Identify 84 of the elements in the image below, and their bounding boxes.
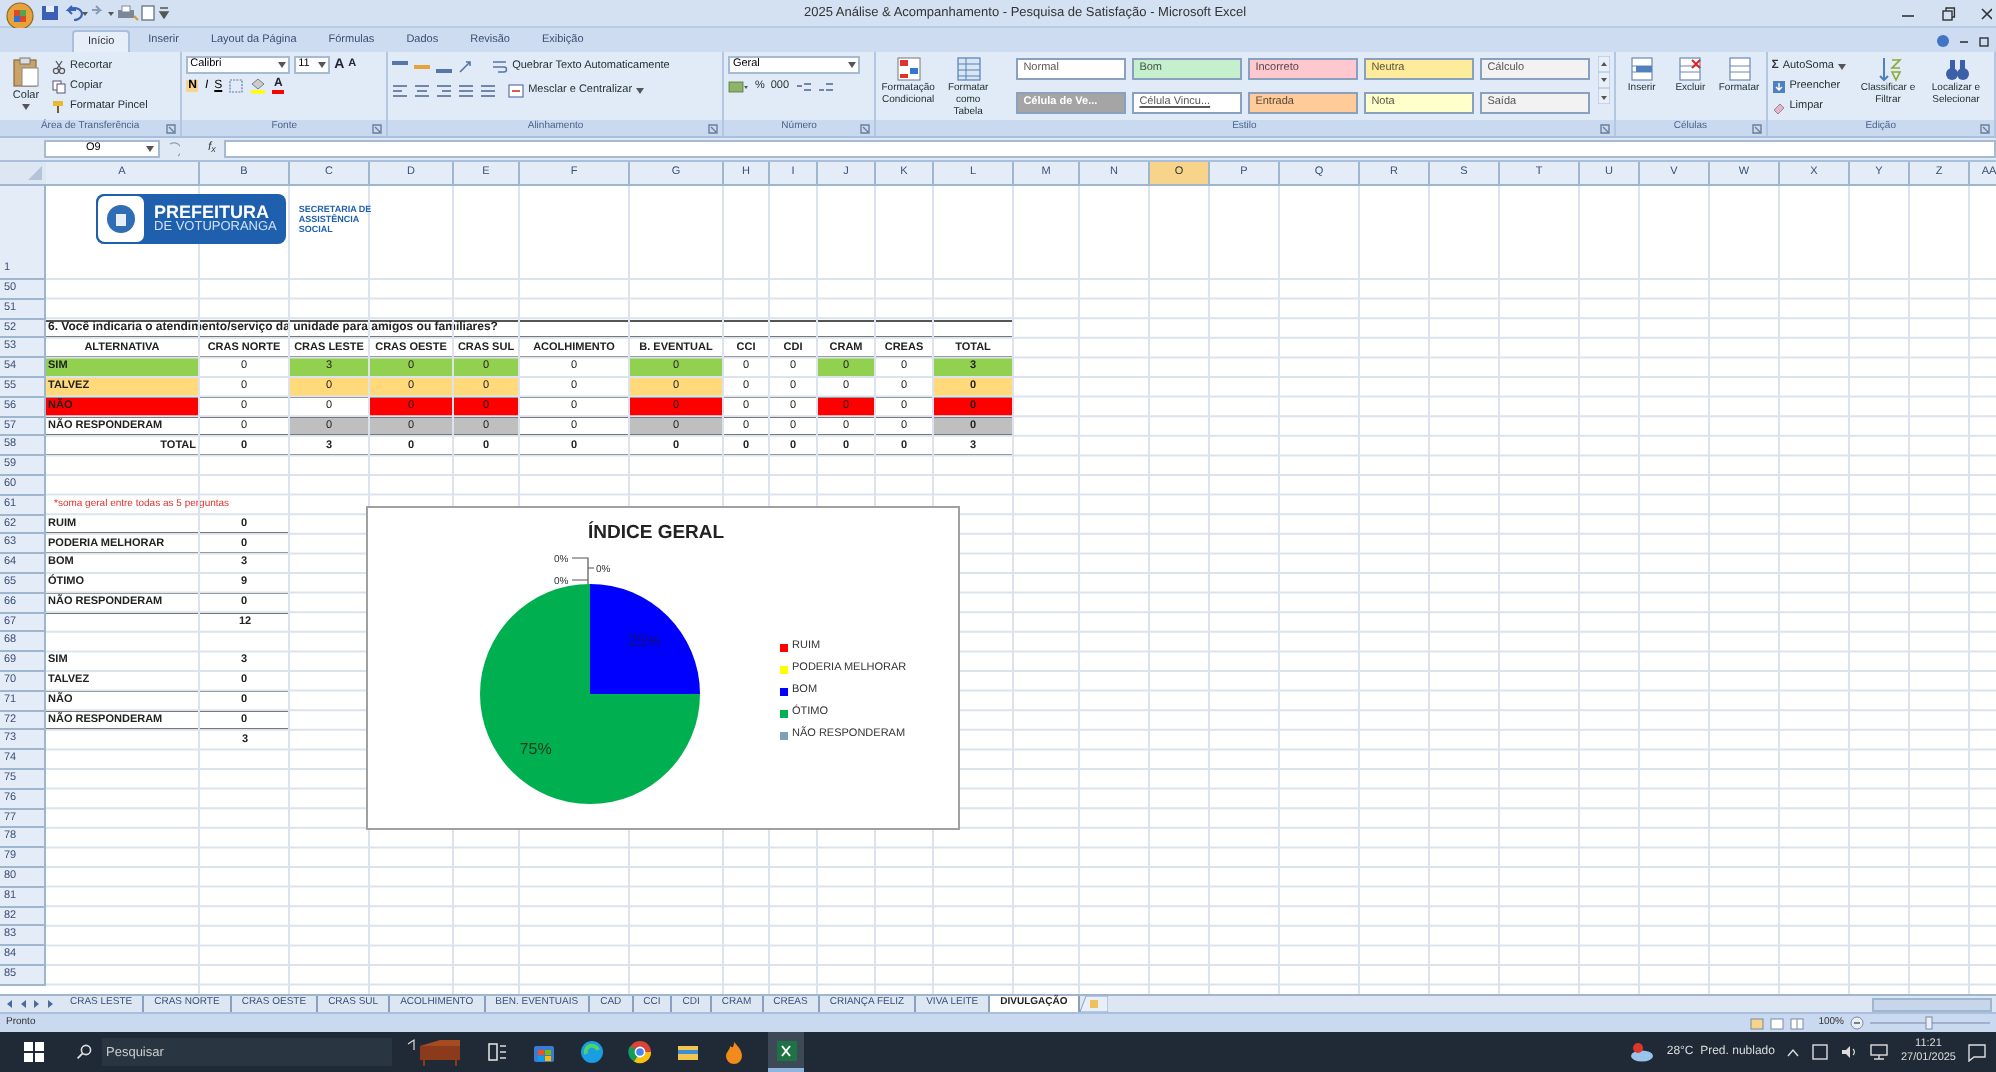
caret-icon: [318, 62, 327, 68]
speaker-icon[interactable]: [1840, 1044, 1859, 1060]
caret-icon: [1838, 63, 1846, 69]
piano-widget-icon[interactable]: [404, 1038, 464, 1066]
previous-sheet-icon[interactable]: [18, 998, 28, 1010]
caret-icon: [848, 62, 857, 68]
format-cells-icon: [1727, 56, 1752, 82]
close-icon[interactable]: [1980, 5, 1992, 21]
dialog-launcher-icon[interactable]: [1599, 123, 1610, 133]
insert-cells-icon: [1629, 56, 1654, 82]
dialog-launcher-icon[interactable]: [1751, 123, 1762, 133]
fill-bucket-icon[interactable]: [250, 78, 267, 94]
chevron-up-icon[interactable]: [1786, 1047, 1801, 1057]
undo-icon[interactable]: [60, 4, 88, 22]
folder-icon[interactable]: [676, 1040, 700, 1064]
borders-icon[interactable]: [228, 78, 245, 94]
insert-sheet-icon[interactable]: [1079, 996, 1108, 1012]
paintbrush-icon: [52, 99, 66, 113]
align-center-icon[interactable]: [414, 83, 431, 97]
scissors-icon: [52, 59, 66, 73]
logo-title: PREFEITURA: [154, 203, 270, 219]
caret-icon: [278, 62, 287, 68]
increase-indent-icon[interactable]: [480, 83, 497, 97]
next-sheet-icon[interactable]: [32, 998, 42, 1010]
notification-icon[interactable]: [1968, 1043, 1986, 1061]
data-label: 25%: [628, 631, 661, 650]
first-sheet-icon[interactable]: [4, 998, 14, 1010]
sort-arrows-icon: [1875, 56, 1901, 82]
dialog-launcher-icon[interactable]: [372, 123, 383, 133]
copy-icon: [52, 79, 66, 93]
network-icon[interactable]: [1870, 1044, 1889, 1060]
cloud-alert-icon[interactable]: [1630, 1042, 1655, 1062]
meet-now-icon[interactable]: [1812, 1044, 1829, 1060]
leader-line: [571, 557, 595, 585]
more-styles-icon[interactable]: [1597, 88, 1610, 104]
merge-cells-icon: [508, 83, 525, 97]
caret-icon: [22, 104, 30, 111]
task-view-icon[interactable]: [488, 1042, 508, 1062]
restore-icon[interactable]: [1940, 5, 1956, 21]
increase-decimal-icon[interactable]: [795, 79, 812, 94]
text-angle-icon[interactable]: [458, 59, 477, 73]
dialog-launcher-icon[interactable]: [859, 123, 870, 133]
help-icon[interactable]: [1936, 33, 1950, 47]
align-left-icon[interactable]: [392, 83, 409, 97]
binoculars-icon: [1943, 56, 1969, 82]
conditional-format-grid-icon: [895, 56, 922, 82]
decrease-indent-icon[interactable]: [458, 83, 475, 97]
data-label: 75%: [519, 740, 552, 759]
formula-input[interactable]: [223, 140, 1996, 158]
zoom-out-icon[interactable]: [1850, 1016, 1864, 1030]
customize-toolbar-icon[interactable]: [156, 4, 172, 22]
delete-cells-icon: [1678, 56, 1703, 82]
eraser-icon: [1771, 99, 1786, 113]
search-icon[interactable]: [76, 1044, 92, 1060]
clipboard-icon: [12, 56, 40, 88]
wrap-text-icon: [492, 59, 509, 73]
page-break-view-icon[interactable]: [1790, 1017, 1805, 1029]
scroll-up-icon[interactable]: [1597, 56, 1610, 72]
zoom-slider-icon[interactable]: [1870, 1016, 1990, 1030]
office-orb-icon[interactable]: [0, 0, 40, 27]
decrease-decimal-icon[interactable]: [817, 79, 834, 94]
last-sheet-icon[interactable]: [46, 998, 56, 1010]
align-right-icon[interactable]: [436, 83, 453, 97]
spreadsheet-icon: [775, 1039, 797, 1061]
windows-logo-icon[interactable]: [24, 1042, 44, 1062]
dialog-launcher-icon[interactable]: [708, 123, 719, 133]
horizontal-scrollbar[interactable]: [1872, 997, 1992, 1011]
flame-icon[interactable]: [724, 1040, 744, 1064]
spreadsheet-app-icon[interactable]: [768, 1032, 804, 1072]
save-icon[interactable]: [40, 4, 60, 22]
currency-icon[interactable]: [728, 79, 749, 94]
new-file-icon[interactable]: [140, 4, 156, 22]
round-browser-icon[interactable]: [628, 1040, 652, 1064]
wave-browser-icon[interactable]: [580, 1040, 604, 1064]
dialog-launcher-icon[interactable]: [1980, 123, 1990, 133]
scroll-down-icon[interactable]: [1597, 72, 1610, 88]
caret-icon: [636, 87, 645, 93]
caret-icon: [146, 146, 154, 152]
page-layout-view-icon[interactable]: [1770, 1017, 1785, 1029]
store-bag-icon[interactable]: [532, 1040, 556, 1064]
restore-icon[interactable]: [1978, 33, 1990, 47]
dialog-launcher-icon[interactable]: [166, 123, 177, 133]
quick-print-icon[interactable]: [116, 4, 140, 22]
fill-down-icon: [1771, 79, 1786, 93]
